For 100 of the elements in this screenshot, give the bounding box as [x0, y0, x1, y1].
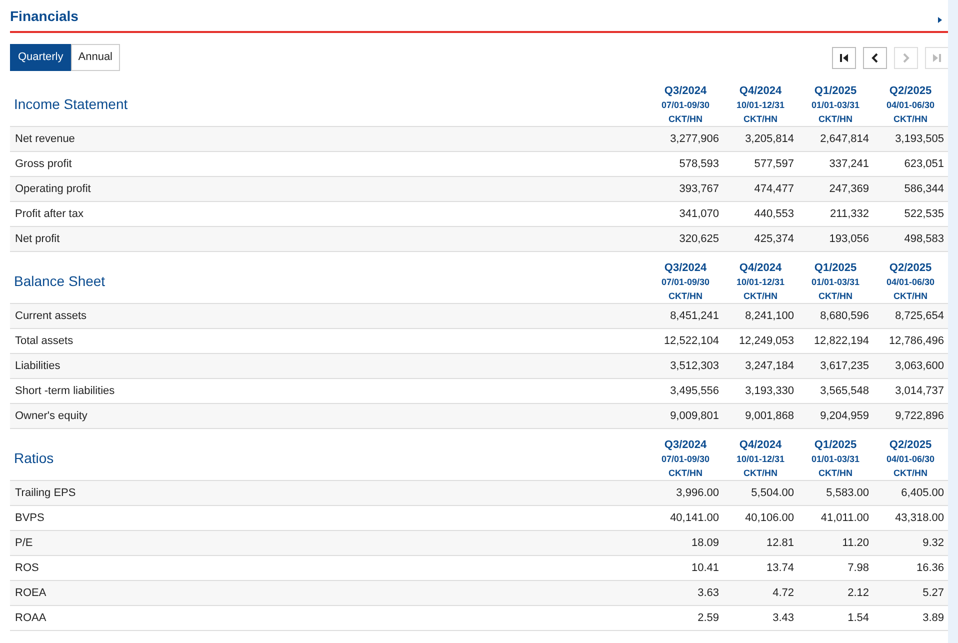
table-cell-text: 5,504.00 — [750, 486, 795, 501]
table-cell-text: 474,477 — [753, 182, 795, 197]
row-label: ROS — [14, 560, 40, 576]
audit-label: CKT/HN — [818, 290, 852, 302]
date-range: 04/01-06/30 — [886, 276, 935, 288]
table-cell-text: 3,205,814 — [744, 132, 795, 147]
period-label: Q1/2025 — [814, 260, 857, 274]
table-cell-text: 12.81 — [765, 536, 795, 551]
table-cell-text: 18.09 — [690, 536, 720, 551]
caret-right-icon[interactable] — [938, 16, 942, 22]
row-label: Owner's equity — [14, 408, 88, 424]
first-page-icon — [839, 52, 849, 62]
row-label: Trailing EPS — [14, 486, 77, 501]
audit-label: CKT/HN — [668, 290, 702, 302]
date-range: 10/01-12/31 — [736, 98, 785, 112]
table-cell-text: 341,070 — [678, 206, 720, 222]
section-title: Financials — [10, 7, 78, 26]
row-label: Gross profit — [14, 156, 73, 172]
row-label: Net profit — [14, 232, 61, 247]
table-cell-text: 3,014,737 — [894, 384, 945, 399]
table-cell-text: 2.12 — [846, 586, 870, 601]
table-cell-text: 12,249,053 — [738, 334, 795, 349]
table-cell-text: 3,565,548 — [819, 384, 870, 399]
table-cell-text: 8,241,100 — [744, 308, 795, 324]
table-cell-text: 7.98 — [846, 560, 870, 576]
table-cell-text: 3,193,330 — [744, 384, 795, 399]
table-cell-text: 440,553 — [753, 206, 795, 222]
date-range: 01/01-03/31 — [811, 276, 860, 288]
table-cell-text: 9.32 — [922, 536, 945, 551]
row-label: Profit after tax — [14, 206, 84, 222]
table-cell-text: 40,141.00 — [669, 510, 720, 526]
date-range: 10/01-12/31 — [736, 452, 785, 466]
audit-label: CKT/HN — [744, 466, 778, 480]
row-label: Total assets — [14, 334, 74, 349]
audit-label: CKT/HN — [668, 466, 702, 480]
last-page-icon — [932, 52, 942, 62]
table-cell-text: 3,277,906 — [669, 132, 720, 147]
table-cell-text: 12,786,496 — [888, 334, 945, 349]
table-cell-text: 577,597 — [753, 156, 795, 172]
date-range: 10/01-12/31 — [736, 276, 785, 288]
period-label: Q3/2024 — [664, 438, 707, 452]
table-cell-text: 43,318.00 — [894, 510, 945, 526]
table-cell-text: 40,106.00 — [744, 510, 795, 526]
table-cell-text: 8,680,596 — [819, 308, 870, 324]
table-cell-text: 3,193,505 — [894, 132, 945, 147]
table-cell-text: 623,051 — [903, 156, 945, 172]
period-tab[interactable]: Annual — [71, 44, 120, 71]
table-cell-text: 12,522,104 — [662, 334, 720, 349]
row-label: Net revenue — [14, 132, 76, 147]
audit-label: CKT/HN — [818, 466, 852, 480]
table-cell-text: 393,767 — [678, 182, 720, 197]
table-cell-text: 4.72 — [772, 586, 795, 601]
table-cell-text: 193,056 — [828, 232, 870, 247]
table-cell-text: 13.74 — [765, 560, 795, 576]
chevron-right-icon — [901, 52, 911, 62]
table-cell-text: 522,535 — [903, 206, 945, 222]
row-label: Operating profit — [14, 182, 92, 197]
table-cell-text: 9,722,896 — [894, 408, 945, 424]
period-label: Q2/2025 — [889, 438, 932, 452]
table-cell-text: 41,011.00 — [820, 510, 870, 526]
table-cell-text: 2,647,814 — [819, 132, 870, 147]
audit-label: CKT/HN — [894, 112, 928, 126]
table-cell-text: 3,063,600 — [894, 358, 945, 374]
table-cell-text: 3,617,235 — [819, 358, 870, 374]
period-label: Q1/2025 — [814, 438, 857, 452]
table-cell-text: 498,583 — [903, 232, 945, 247]
audit-label: CKT/HN — [818, 112, 852, 126]
table-cell-text: 2.59 — [696, 610, 720, 626]
audit-label: CKT/HN — [668, 112, 702, 126]
period-tab[interactable]: Quarterly — [10, 44, 72, 71]
period-label: Q4/2024 — [739, 84, 782, 98]
date-range: 07/01-09/30 — [661, 98, 710, 112]
table-cell-text: 6,405.00 — [900, 486, 945, 501]
section-heading: Ratios — [13, 449, 55, 468]
table-cell-text: 11.20 — [841, 536, 870, 551]
section-heading: Balance Sheet — [13, 272, 106, 291]
table-cell-text: 3.89 — [922, 610, 945, 626]
table-cell-text: 3.43 — [772, 610, 795, 626]
audit-label: CKT/HN — [894, 466, 928, 480]
section-heading: Income Statement — [13, 95, 129, 114]
row-label: BVPS — [14, 510, 46, 526]
table-cell-text: 8,451,241 — [669, 308, 720, 324]
row-label: ROAA — [14, 610, 48, 626]
table-cell-text: 320,625 — [678, 232, 720, 247]
table-cell-text: 337,241 — [828, 156, 870, 172]
audit-label: CKT/HN — [744, 112, 778, 126]
table-cell-text: 5,583.00 — [825, 486, 870, 501]
date-range: 04/01-06/30 — [886, 98, 935, 112]
date-range: 01/01-03/31 — [811, 452, 860, 466]
period-label: Q1/2025 — [814, 84, 857, 98]
date-range: 01/01-03/31 — [811, 98, 860, 112]
table-cell-text: 3,996.00 — [675, 486, 720, 501]
table-cell-text: 16.36 — [915, 560, 945, 576]
audit-label: CKT/HN — [744, 290, 778, 302]
table-cell-text: 578,593 — [678, 156, 720, 172]
period-label: Q3/2024 — [664, 84, 707, 98]
row-label: P/E — [14, 536, 34, 551]
audit-label: CKT/HN — [894, 290, 928, 302]
pager-button[interactable] — [863, 46, 887, 68]
pager-button[interactable] — [832, 46, 856, 68]
